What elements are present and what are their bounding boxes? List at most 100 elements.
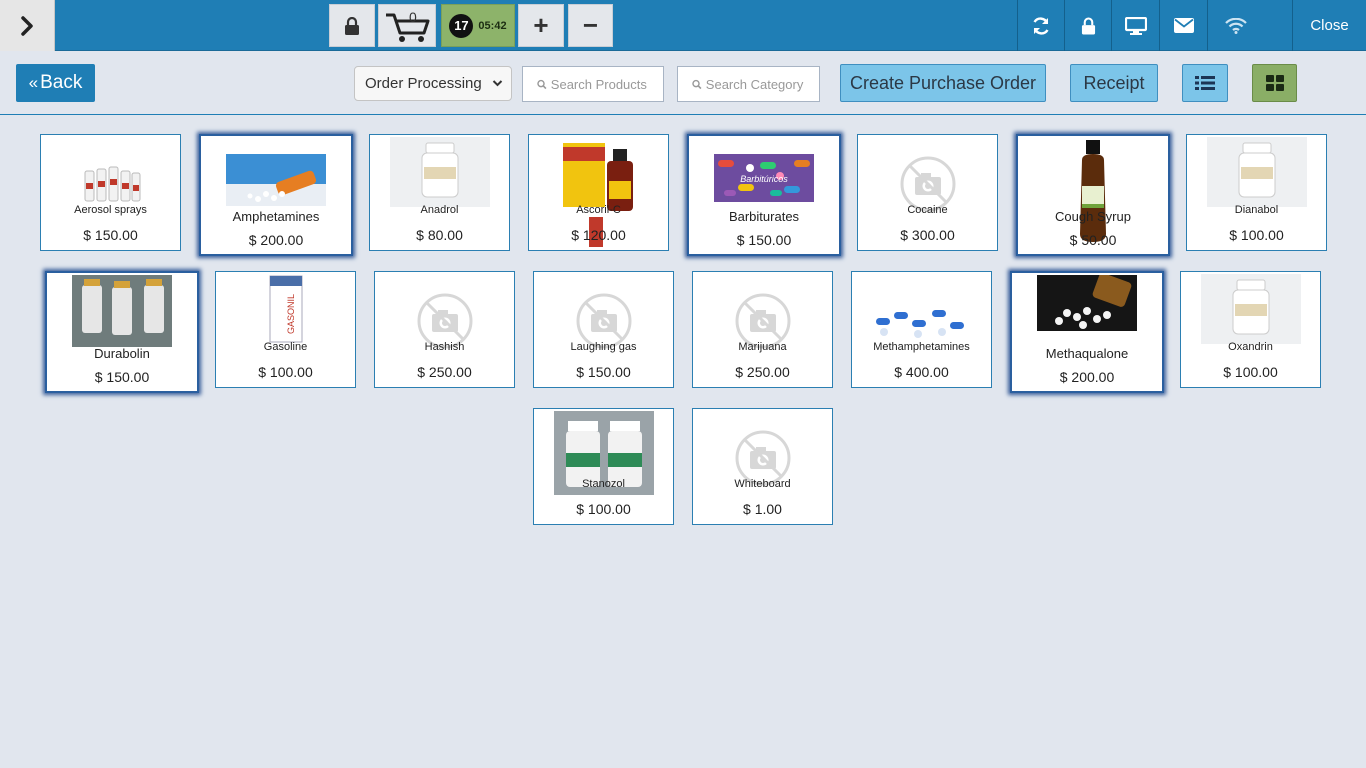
messages-button[interactable] [1159,0,1207,51]
product-card[interactable]: Dianabol $ 100.00 [1186,134,1327,251]
product-image [1206,137,1307,212]
search-icon [692,79,702,89]
back-label: Back [40,72,83,93]
product-name: Durabolin [94,346,150,361]
product-card[interactable]: Aerosol sprays $ 150.00 [40,134,181,251]
product-card[interactable]: Anadrol $ 80.00 [369,134,510,251]
product-image [226,154,326,211]
product-image [81,157,141,210]
product-price: $ 250.00 [417,364,472,380]
cart-button[interactable]: 0 [378,4,436,47]
refresh-icon [1033,16,1049,35]
toolbar: « Back Order Processing Create Purchase … [0,51,1366,115]
product-name: Whiteboard [734,478,791,490]
product-card[interactable]: Methaqualone $ 200.00 [1010,271,1164,393]
timer-time: 05:42 [478,19,507,32]
product-price: $ 200.00 [1059,369,1115,385]
product-image [871,298,972,345]
lock-icon [1081,16,1095,34]
product-name: Cough Syrup [1055,209,1131,224]
product-card[interactable]: Amphetamines $ 200.00 [199,134,353,256]
product-name: Marijuana [738,341,787,353]
product-price: $ 150.00 [576,364,631,380]
wifi-status[interactable] [1207,0,1292,51]
product-name: Cocaine [907,204,948,216]
add-button[interactable]: + [518,4,564,47]
product-price: $ 100.00 [1229,227,1284,243]
product-name: Anadrol [420,204,459,216]
svg-text:Barbitúricos: Barbitúricos [740,174,788,184]
product-card[interactable]: Ascoril-C $ 120.00 [528,134,669,251]
receipt-button[interactable]: Receipt [1070,64,1158,102]
product-name: Hashish [424,341,465,353]
svg-text:GASONIL: GASONIL [286,294,296,334]
product-price: $ 300.00 [900,227,955,243]
lock-screen-button[interactable] [1064,0,1111,51]
remove-button[interactable]: − [568,4,613,47]
list-icon [1195,76,1215,90]
grid-icon [1265,75,1284,91]
product-name: Methaqualone [1045,346,1129,361]
refresh-button[interactable] [1017,0,1064,51]
product-name: Methamphetamines [873,341,970,353]
search-category-input[interactable] [705,76,819,92]
product-card[interactable]: Laughing gas $ 150.00 [533,271,674,388]
product-image [1037,273,1137,336]
double-chevron-left-icon: « [28,73,39,92]
product-card[interactable]: Whiteboard $ 1.00 [692,408,833,525]
back-button[interactable]: « Back [16,64,95,102]
order-status-value: Order Processing [365,75,482,92]
menu-toggle-button[interactable] [0,0,55,51]
product-card[interactable]: Durabolin $ 150.00 [45,271,199,393]
product-name: Ascoril-C [576,204,621,216]
product-price: $ 250.00 [735,364,790,380]
product-price: $ 150.00 [736,232,792,248]
display-button[interactable] [1111,0,1159,51]
product-card[interactable]: Methamphetamines $ 400.00 [851,271,992,388]
product-price: $ 80.00 [416,227,463,243]
product-card[interactable]: Hashish $ 250.00 [374,271,515,388]
product-name: Gasoline [263,341,308,353]
wifi-icon [1225,17,1247,34]
envelope-icon [1173,18,1194,33]
product-name: Oxandrin [1228,341,1273,353]
cart-count: 0 [409,9,417,25]
search-category-field[interactable] [677,66,820,102]
product-price: $ 150.00 [83,227,138,243]
product-card[interactable]: Marijuana $ 250.00 [692,271,833,388]
product-image: GASONIL [264,274,308,349]
grid-view-button[interactable] [1252,64,1297,102]
chevron-right-icon [21,15,33,36]
product-price: $ 120.00 [571,227,626,243]
product-price: $ 100.00 [258,364,313,380]
product-name: Laughing gas [570,341,637,353]
product-name: Aerosol sprays [74,204,147,216]
close-button[interactable]: Close [1292,0,1366,51]
top-bar: 0 17 05:42 + − Close [0,0,1366,51]
lock-button[interactable] [329,4,375,47]
timer-count-badge: 17 [449,13,474,38]
search-products-field[interactable] [522,66,664,102]
product-card[interactable]: Cough Syrup $ 50.00 [1016,134,1170,256]
product-price: $ 100.00 [1223,364,1278,380]
cart-icon [386,13,430,42]
product-price: $ 400.00 [894,364,949,380]
product-price: $ 200.00 [248,232,304,248]
product-name: Amphetamines [232,209,320,224]
product-name: Dianabol [1234,204,1279,216]
timer-button[interactable]: 17 05:42 [441,4,515,47]
chevron-down-icon [492,80,503,87]
product-card[interactable]: Cocaine $ 300.00 [857,134,998,251]
product-card[interactable]: Stanozol $ 100.00 [533,408,674,525]
monitor-icon [1124,16,1147,35]
product-name: Barbiturates [728,209,800,224]
product-card[interactable]: GASONIL Gasoline $ 100.00 [215,271,356,388]
search-products-input[interactable] [550,76,663,92]
product-card[interactable]: Barbitúricos Barbiturates $ 150.00 [687,134,841,256]
create-purchase-order-button[interactable]: Create Purchase Order [840,64,1046,102]
order-status-select[interactable]: Order Processing [354,66,512,101]
list-view-button[interactable] [1182,64,1228,102]
product-image [389,137,490,212]
product-card[interactable]: Oxandrin $ 100.00 [1180,271,1321,388]
product-price: $ 150.00 [94,369,150,385]
